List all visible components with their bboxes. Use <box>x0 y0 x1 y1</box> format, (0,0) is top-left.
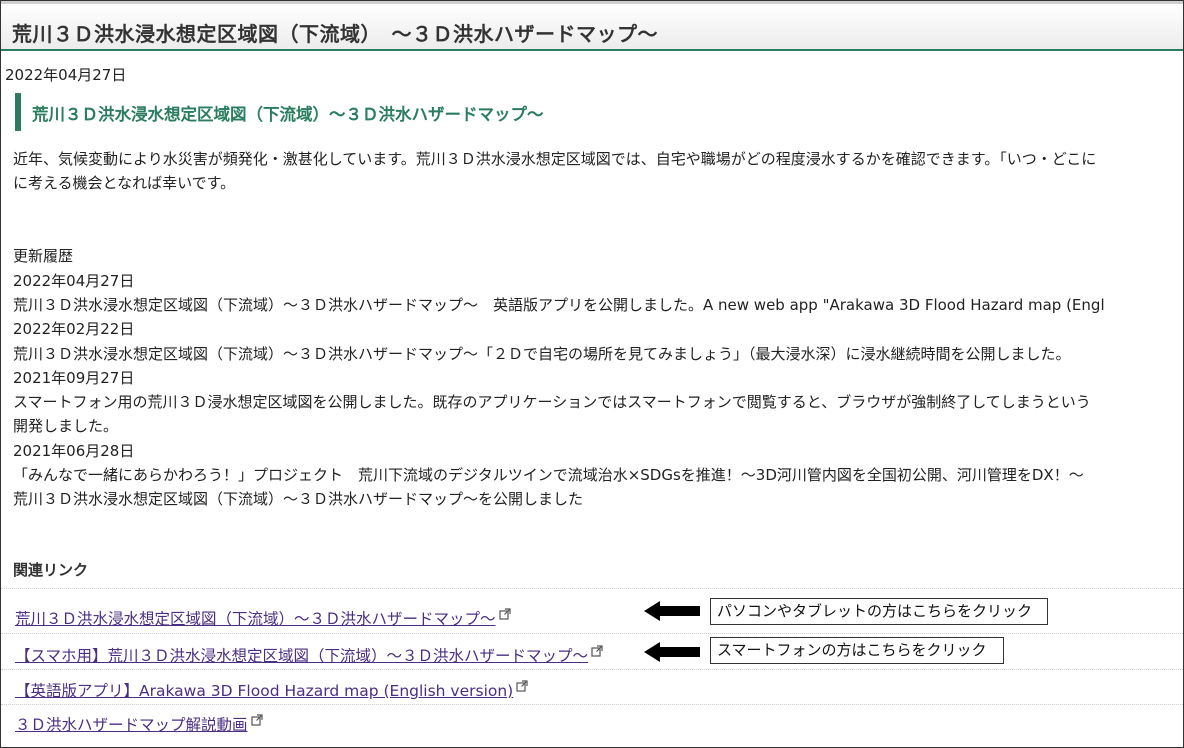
page-title: 荒川３Ｄ洪水浸水想定区域図（下流域） ～３Ｄ洪水ハザードマップ～ <box>12 22 658 46</box>
history-date: 2022年02月22日 <box>13 320 135 338</box>
history-date: 2022年04月27日 <box>13 272 135 290</box>
external-link-icon <box>498 606 511 624</box>
history-entry: スマートフォン用の荒川３Ｄ浸水想定区域図を公開しました。既存のアプリケーションで… <box>13 393 1091 411</box>
intro-line-1: 近年、気候変動により水災害が頻発化・激甚化しています。荒川３Ｄ洪水浸水想定区域図… <box>13 150 1097 168</box>
history-entry: 荒川３Ｄ洪水浸水想定区域図（下流域）～３Ｄ洪水ハザードマップ～ 英語版アプリを公… <box>13 296 1105 314</box>
external-link-icon <box>250 712 263 730</box>
section-title: 荒川３Ｄ洪水浸水想定区域図（下流域）～３Ｄ洪水ハザードマップ～ <box>15 93 1175 131</box>
divider <box>1 669 1183 670</box>
pc-callout: パソコンやタブレットの方はこちらをクリック <box>710 598 1048 625</box>
history-date: 2021年06月28日 <box>13 442 135 460</box>
related-link-row: ３Ｄ洪水ハザードマップ解説動画 <box>15 712 263 735</box>
divider <box>1 704 1183 705</box>
publish-date: 2022年04月27日 <box>5 66 127 84</box>
section-title-text: 荒川３Ｄ洪水浸水想定区域図（下流域）～３Ｄ洪水ハザードマップ～ <box>32 105 544 124</box>
left-arrow-icon <box>644 601 700 621</box>
related-link-row: 【英語版アプリ】Arakawa 3D Flood Hazard map (Eng… <box>15 678 528 701</box>
divider <box>1 633 1183 634</box>
page-frame: 荒川３Ｄ洪水浸水想定区域図（下流域） ～３Ｄ洪水ハザードマップ～ 2022年04… <box>0 0 1184 748</box>
link-english-version[interactable]: 【英語版アプリ】Arakawa 3D Flood Hazard map (Eng… <box>15 682 513 700</box>
link-explanation-video[interactable]: ３Ｄ洪水ハザードマップ解説動画 <box>15 716 248 734</box>
left-arrow-icon <box>644 642 700 662</box>
history-entry: 「みんなで一緒にあらかわろう！」プロジェクト 荒川下流域のデジタルツインで流域治… <box>13 466 1084 484</box>
external-link-icon <box>591 643 603 661</box>
history-date: 2021年09月27日 <box>13 369 135 387</box>
history-entry: 荒川３Ｄ洪水浸水想定区域図（下流域）～３Ｄ洪水ハザードマップ～「２Ｄで自宅の場所… <box>13 345 1071 363</box>
related-link-row: 【スマホ用】荒川３Ｄ洪水浸水想定区域図（下流域）～３Ｄ洪水ハザードマップ～ <box>15 643 603 666</box>
link-3d-hazard-map[interactable]: 荒川３Ｄ洪水浸水想定区域図（下流域）～３Ｄ洪水ハザードマップ～ <box>15 610 496 628</box>
smartphone-callout: スマートフォンの方はこちらをクリック <box>710 637 1004 664</box>
history-entry: 荒川３Ｄ洪水浸水想定区域図（下流域）～３Ｄ洪水ハザードマップ～を公開しました <box>13 490 584 508</box>
related-link-row: 荒川３Ｄ洪水浸水想定区域図（下流域）～３Ｄ洪水ハザードマップ～ <box>15 606 511 629</box>
link-smartphone-version[interactable]: 【スマホ用】荒川３Ｄ洪水浸水想定区域図（下流域）～３Ｄ洪水ハザードマップ～ <box>15 647 588 665</box>
history-entry: 開発しました。 <box>13 417 119 435</box>
divider <box>1 588 1183 589</box>
page-header: 荒川３Ｄ洪水浸水想定区域図（下流域） ～３Ｄ洪水ハザードマップ～ <box>1 1 1183 51</box>
related-links-heading: 関連リンク <box>13 561 89 579</box>
intro-line-2: に考える機会となれば幸いです。 <box>13 174 236 192</box>
history-heading: 更新履歴 <box>13 247 74 265</box>
external-link-icon <box>516 678 528 696</box>
